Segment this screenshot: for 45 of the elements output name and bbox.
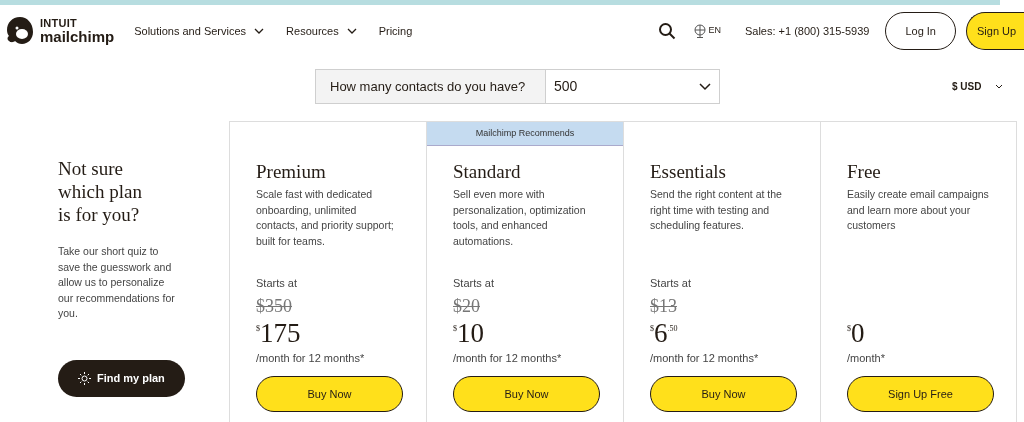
old-price: $13 <box>650 294 677 318</box>
plan-button[interactable]: Buy Now <box>256 376 403 412</box>
plan-button[interactable]: Sign Up Free <box>847 376 994 412</box>
currency-selector[interactable]: $ USD <box>952 79 1004 94</box>
chevron-icon <box>699 82 711 91</box>
price-period: /month* <box>847 350 886 366</box>
recommended-banner: Mailchimp Recommends <box>427 122 623 146</box>
sales-phone: Sales: +1 (800) 315-5939 <box>744 23 870 39</box>
price-period: /month for 12 months* <box>453 350 563 366</box>
starts-at-label: Starts at <box>453 276 495 291</box>
signup-button[interactable]: Sign Up <box>966 12 1024 50</box>
brand-name: mailchimp <box>40 29 115 44</box>
old-price: $20 <box>453 294 480 318</box>
old-price: $350 <box>256 294 292 318</box>
find-plan-button[interactable]: Find my plan <box>58 359 185 397</box>
plan-button[interactable]: Buy Now <box>650 376 797 412</box>
plan-price: $0 <box>847 317 865 348</box>
contacts-dropdown[interactable]: 500 <box>546 70 719 103</box>
plan-description: Scale fast with dedicated onboarding, unlimited contacts, and priority support; built for teams. <box>256 187 395 249</box>
plan-description: Easily create email campaigns and learn more about your customers <box>847 187 990 233</box>
plan-name: Standard <box>453 160 522 184</box>
plan-price: $10 <box>453 317 484 348</box>
quiz-heading: Not sure which plan is for you? <box>58 157 143 226</box>
nav-link[interactable]: Resources <box>286 22 357 40</box>
starts-at-label: Starts at <box>650 276 692 291</box>
plan-name: Free <box>847 160 882 184</box>
brand-name: INTUIT <box>40 18 79 29</box>
quiz-description: Take our short quiz to save the guesswork and allow us to personalize our recommendations for you. <box>58 244 176 321</box>
plan-name: Essentials <box>650 160 727 184</box>
search-icon[interactable] <box>658 22 677 40</box>
globe-icon <box>694 24 707 38</box>
price-period: /month for 12 months* <box>650 350 760 366</box>
plan-name: Premium <box>256 160 327 184</box>
plan-button[interactable]: Buy Now <box>453 376 600 412</box>
plan-description: Sell even more with personalization, optimization tools, and enhanced automations. <box>453 187 587 249</box>
nav-link[interactable]: Pricing <box>378 22 413 40</box>
plan-price: $175 <box>256 317 301 348</box>
starts-at-label: Starts at <box>256 276 298 291</box>
plan-description: Send the right content at the right time with testing and scheduling features. <box>650 187 783 233</box>
nav-link[interactable]: Solutions and Services <box>134 22 265 40</box>
chevron-icon <box>995 84 1004 89</box>
language-selector[interactable]: EN <box>694 24 721 38</box>
sun-icon <box>78 371 91 385</box>
contacts-label: How many contacts do you have? <box>316 70 546 103</box>
price-period: /month for 12 months* <box>256 350 366 366</box>
